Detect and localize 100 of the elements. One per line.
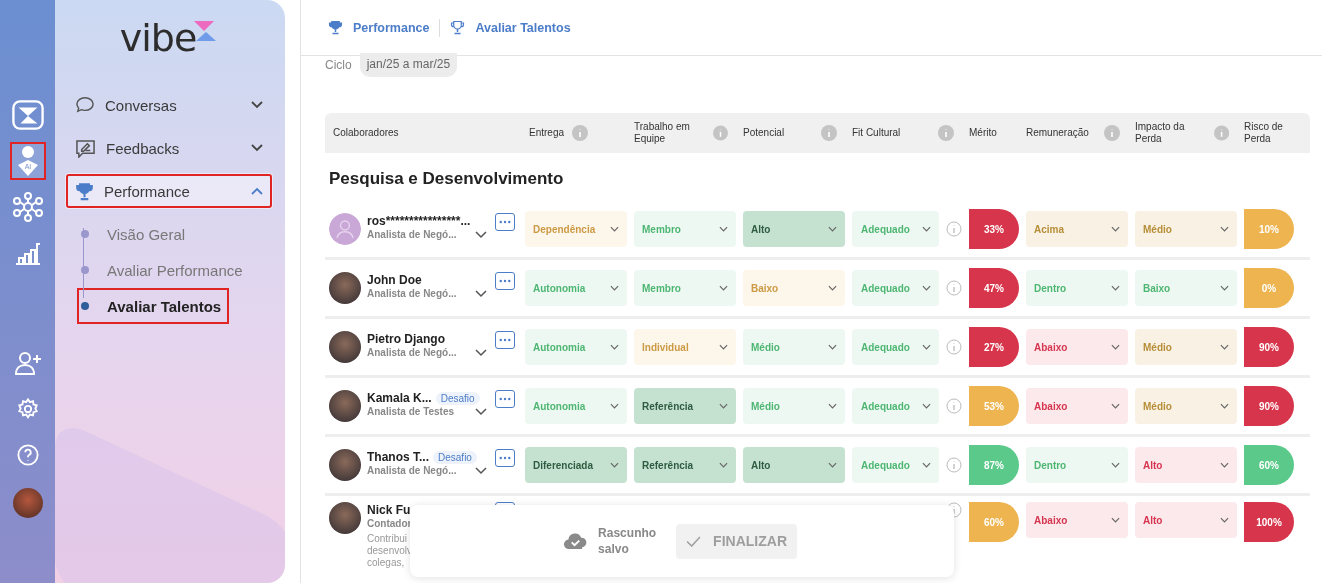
chevron-down-icon xyxy=(1220,226,1229,232)
more-options-button[interactable] xyxy=(495,331,515,349)
info-icon[interactable] xyxy=(946,457,962,473)
chevron-down-icon[interactable] xyxy=(475,230,487,239)
rating-dropdown[interactable]: Alto xyxy=(743,447,845,483)
rating-dropdown[interactable]: Médio xyxy=(743,388,845,424)
rating-dropdown[interactable]: Diferenciada xyxy=(525,447,627,483)
chevron-down-icon xyxy=(719,285,728,291)
more-options-button[interactable] xyxy=(495,213,515,231)
chevron-down-icon xyxy=(1111,403,1120,409)
score-badge: 60% xyxy=(1244,445,1294,485)
dots-icon xyxy=(499,220,511,224)
chevron-down-icon xyxy=(1220,344,1229,350)
breadcrumb-link[interactable]: Performance xyxy=(353,20,430,35)
score-badge: 10% xyxy=(1244,209,1294,249)
more-options-button[interactable] xyxy=(495,449,515,467)
score-badge: 87% xyxy=(969,445,1019,485)
rating-dropdown[interactable]: Autonomia xyxy=(525,388,627,424)
chevron-down-icon xyxy=(1111,226,1120,232)
rating-dropdown[interactable]: Médio xyxy=(1135,329,1237,365)
employee-name: ros****************... xyxy=(367,214,471,228)
rating-dropdown[interactable]: Médio xyxy=(1135,388,1237,424)
employee-name: Pietro Django xyxy=(367,332,445,346)
photo-placeholder xyxy=(329,331,361,363)
rating-dropdown[interactable]: Alto xyxy=(743,211,845,247)
info-icon[interactable] xyxy=(946,221,962,237)
rating-dropdown[interactable]: Referência xyxy=(634,388,736,424)
rating-dropdown[interactable]: Médio xyxy=(743,329,845,365)
menu-item[interactable]: Feedbacks xyxy=(65,130,273,166)
info-icon[interactable] xyxy=(946,280,962,296)
chevron-down-icon xyxy=(610,226,619,232)
menu-item[interactable]: Performance xyxy=(65,173,273,209)
chevron-down-icon[interactable] xyxy=(475,348,487,357)
save-status: Rascunho salvo xyxy=(598,525,658,557)
rating-dropdown[interactable]: Adequado xyxy=(852,211,939,247)
rating-dropdown[interactable]: Médio xyxy=(1135,211,1237,247)
user-avatar[interactable] xyxy=(12,488,43,518)
rating-dropdown[interactable]: Dependência xyxy=(525,211,627,247)
rating-dropdown[interactable]: Autonomia xyxy=(525,329,627,365)
rating-dropdown[interactable]: Adequado xyxy=(852,329,939,365)
rating-dropdown[interactable]: Alto xyxy=(1135,502,1237,538)
menu-item[interactable]: Conversas xyxy=(65,87,273,123)
rating-dropdown[interactable]: Alto xyxy=(1135,447,1237,483)
column-header: Entrega xyxy=(529,126,565,140)
rating-dropdown[interactable]: Baixo xyxy=(1135,270,1237,306)
more-options-button[interactable] xyxy=(495,390,515,408)
employee-name: Kamala K... xyxy=(367,391,432,405)
chevron-down-icon xyxy=(1111,344,1120,350)
rating-dropdown[interactable]: Baixo xyxy=(743,270,845,306)
chevron-down-icon xyxy=(1111,285,1120,291)
trophy-icon xyxy=(328,20,343,35)
rating-dropdown[interactable]: Membro xyxy=(634,211,736,247)
more-options-button[interactable] xyxy=(495,272,515,290)
chevron-down-icon xyxy=(251,101,263,109)
employee-name: Thanos T... xyxy=(367,450,429,464)
rating-dropdown[interactable]: Adequado xyxy=(852,270,939,306)
info-icon[interactable] xyxy=(946,339,962,355)
column-header: Potencial xyxy=(743,126,785,140)
feedback-board-icon xyxy=(75,138,96,158)
employee-name: John Doe xyxy=(367,273,422,287)
employee-role: Analista de Negó... xyxy=(367,288,457,299)
employee-role: Contador xyxy=(367,518,412,529)
cycle-chip[interactable]: jan/25 a mar/25 xyxy=(359,53,458,77)
chevron-down-icon xyxy=(610,403,619,409)
chevron-down-icon[interactable] xyxy=(475,407,487,416)
dots-icon xyxy=(499,338,511,342)
info-icon[interactable] xyxy=(946,398,962,414)
rating-dropdown[interactable]: Individual xyxy=(634,329,736,365)
chevron-down-icon[interactable] xyxy=(475,289,487,298)
rating-dropdown[interactable]: Dentro xyxy=(1026,447,1128,483)
chevron-down-icon xyxy=(922,462,931,468)
rating-dropdown[interactable]: Abaixo xyxy=(1026,329,1128,365)
breadcrumb-link[interactable]: Avaliar Talentos xyxy=(475,20,571,35)
rating-dropdown[interactable]: Adequado xyxy=(852,447,939,483)
chevron-down-icon xyxy=(610,344,619,350)
rating-dropdown[interactable]: Abaixo xyxy=(1026,502,1128,538)
chevron-down-icon xyxy=(1111,517,1120,523)
trophy-icon xyxy=(75,181,94,201)
checkmark-icon xyxy=(686,535,702,547)
rating-dropdown[interactable]: Adequado xyxy=(852,388,939,424)
rating-dropdown[interactable]: Acima xyxy=(1026,211,1128,247)
dots-icon xyxy=(499,397,511,401)
submenu-item[interactable]: Avaliar Talentos xyxy=(77,288,230,324)
rating-dropdown[interactable]: Dentro xyxy=(1026,270,1128,306)
score-badge: 0% xyxy=(1244,268,1294,308)
photo-placeholder xyxy=(329,272,361,304)
chevron-down-icon xyxy=(1220,462,1229,468)
rating-dropdown[interactable]: Autonomia xyxy=(525,270,627,306)
help-icon xyxy=(16,444,39,466)
chevron-down-icon xyxy=(719,462,728,468)
chevron-down-icon xyxy=(719,403,728,409)
rating-dropdown[interactable]: Membro xyxy=(634,270,736,306)
chevron-down-icon[interactable] xyxy=(475,466,487,475)
submenu-item[interactable]: Visão Geral xyxy=(77,216,194,252)
chevron-down-icon xyxy=(828,226,837,232)
submenu-item[interactable]: Avaliar Performance xyxy=(77,252,251,288)
chevron-down-icon xyxy=(719,344,728,350)
rating-dropdown[interactable]: Referência xyxy=(634,447,736,483)
rating-dropdown[interactable]: Abaixo xyxy=(1026,388,1128,424)
column-header: Remuneração xyxy=(1026,126,1089,140)
